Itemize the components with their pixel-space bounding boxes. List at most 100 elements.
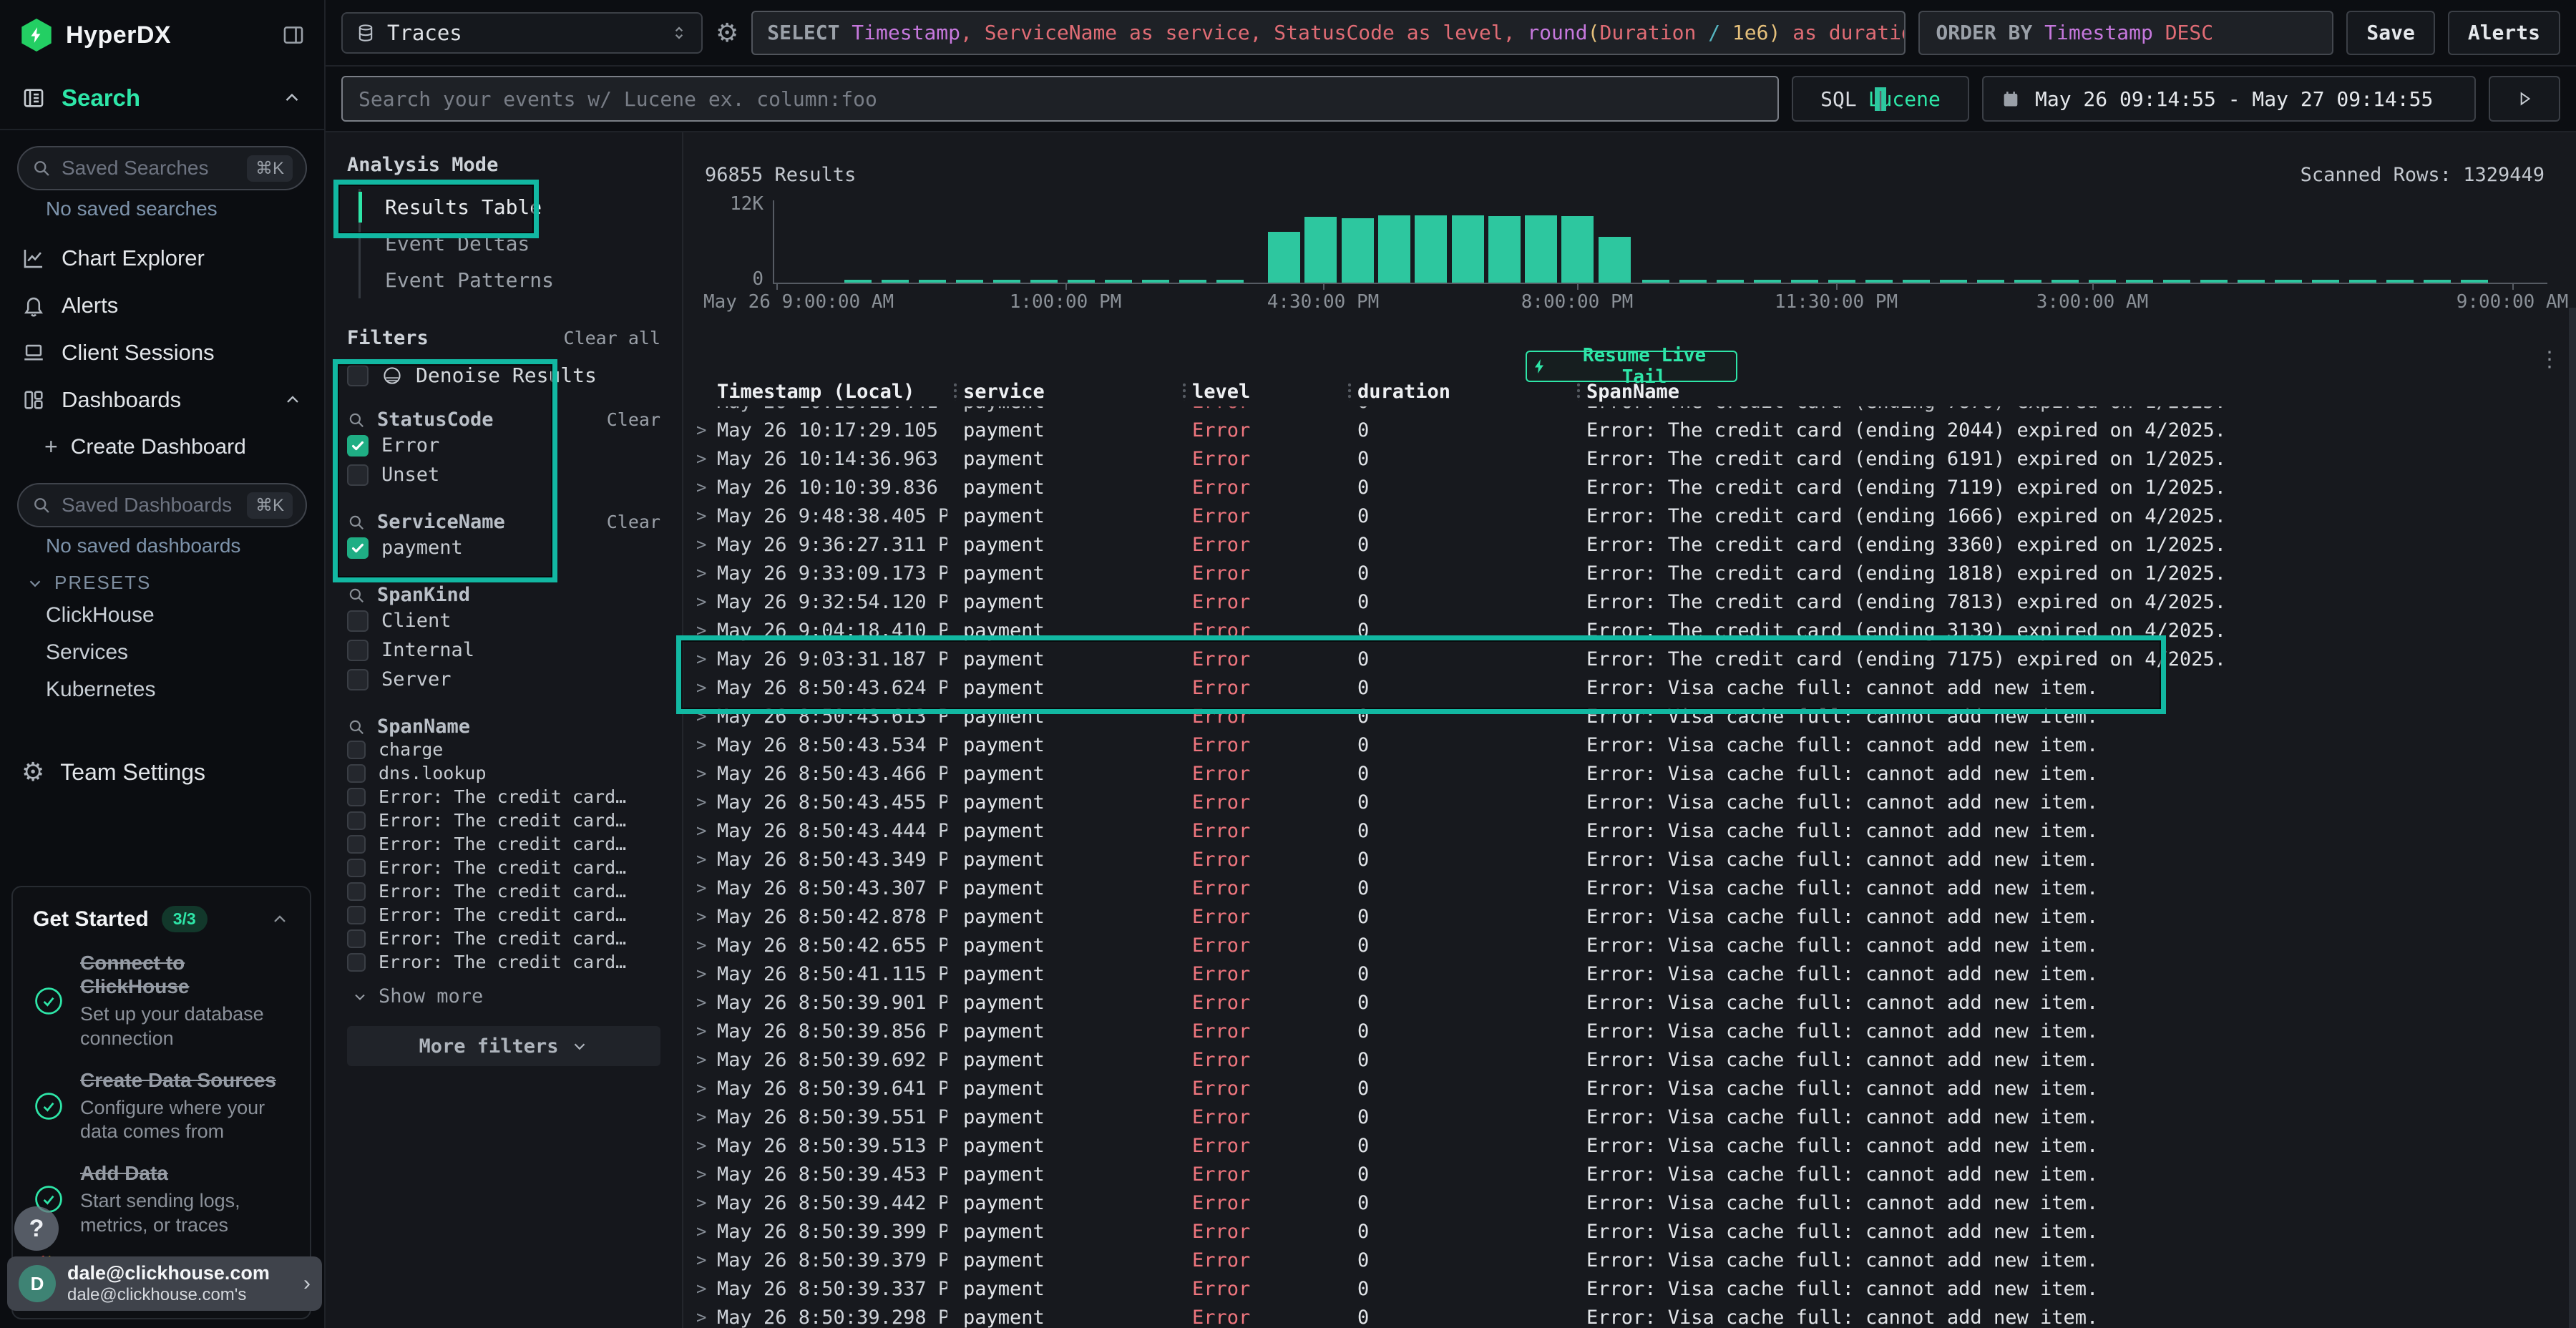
- table-row[interactable]: >May 26 9:04:18.410 PMpaymentError0Error…: [683, 616, 2569, 645]
- column-resize-handle[interactable]: [1342, 382, 1357, 401]
- table-options-icon[interactable]: ⋮: [2539, 347, 2560, 372]
- sidebar-item-client-sessions[interactable]: Client Sessions: [0, 329, 324, 376]
- filter-option[interactable]: Error: The credit card …: [347, 832, 660, 856]
- row-expand-chevron[interactable]: >: [683, 477, 717, 497]
- table-row[interactable]: >May 26 8:50:39.379 PMpaymentError0Error…: [683, 1246, 2569, 1274]
- row-expand-chevron[interactable]: >: [683, 735, 717, 755]
- analysis-mode-results-table[interactable]: Results Table: [361, 189, 660, 225]
- filter-option[interactable]: Error: The credit card …: [347, 903, 660, 927]
- presets-toggle[interactable]: PRESETS: [26, 572, 324, 594]
- row-expand-chevron[interactable]: >: [683, 878, 717, 898]
- sidebar-item-chart-explorer[interactable]: Chart Explorer: [0, 235, 324, 282]
- query-language-toggle[interactable]: SQL | Lucene: [1792, 76, 1969, 122]
- checkbox-checked[interactable]: [347, 537, 369, 559]
- sidebar-item-team-settings[interactable]: ⚙ Team Settings: [0, 746, 324, 799]
- table-row[interactable]: >May 26 8:50:39.298 PMpaymentError0Error…: [683, 1303, 2569, 1328]
- histogram-bar[interactable]: [1488, 216, 1521, 283]
- checkbox[interactable]: [347, 741, 366, 759]
- row-expand-chevron[interactable]: >: [683, 1021, 717, 1041]
- row-expand-chevron[interactable]: >: [683, 907, 717, 927]
- checkbox[interactable]: [347, 882, 366, 901]
- table-row[interactable]: >May 26 9:48:38.405 PMpaymentError0Error…: [683, 502, 2569, 530]
- preset-dashboard-services[interactable]: Services: [0, 634, 324, 671]
- filter-option[interactable]: Client: [347, 606, 660, 635]
- table-row[interactable]: >May 26 8:50:43.455 PMpaymentError0Error…: [683, 788, 2569, 816]
- row-expand-chevron[interactable]: >: [683, 849, 717, 869]
- create-dashboard-button[interactable]: + Create Dashboard: [0, 424, 324, 467]
- source-select[interactable]: Traces: [341, 12, 703, 54]
- chevron-up-icon[interactable]: [281, 87, 303, 109]
- table-row[interactable]: >May 26 8:50:39.641 PMpaymentError0Error…: [683, 1074, 2569, 1103]
- filter-option[interactable]: Error: The credit card …: [347, 809, 660, 832]
- row-expand-chevron[interactable]: >: [683, 1136, 717, 1156]
- histogram-bar[interactable]: [1525, 215, 1557, 283]
- results-histogram[interactable]: 12K0May 26 9:00:00 AM1:00:00 PM4:30:00 P…: [683, 132, 2576, 318]
- sidebar-item-dashboards[interactable]: Dashboards: [0, 376, 324, 424]
- facet-clear-link[interactable]: Clear: [607, 409, 660, 430]
- filter-option[interactable]: dns.lookup: [347, 761, 660, 785]
- run-query-button[interactable]: [2489, 76, 2560, 122]
- histogram-bar[interactable]: [1268, 232, 1300, 283]
- checkbox[interactable]: [347, 906, 366, 924]
- filter-option[interactable]: Error: The credit card …: [347, 856, 660, 879]
- analysis-mode-event-patterns[interactable]: Event Patterns: [361, 262, 660, 298]
- sql-select-input[interactable]: SELECT Timestamp, ServiceName as service…: [751, 11, 1906, 55]
- save-button[interactable]: Save: [2346, 11, 2434, 55]
- table-row[interactable]: >May 26 8:50:42.878 PMpaymentError0Error…: [683, 902, 2569, 931]
- alerts-button[interactable]: Alerts: [2448, 11, 2560, 55]
- table-row[interactable]: >May 26 8:50:39.513 PMpaymentError0Error…: [683, 1131, 2569, 1160]
- row-expand-chevron[interactable]: >: [683, 935, 717, 955]
- histogram-bar[interactable]: [1378, 215, 1410, 283]
- sql-mode-label[interactable]: SQL: [1820, 87, 1857, 111]
- row-expand-chevron[interactable]: >: [683, 992, 717, 1012]
- row-expand-chevron[interactable]: >: [683, 706, 717, 726]
- checkbox[interactable]: [347, 929, 366, 948]
- row-expand-chevron[interactable]: >: [683, 1279, 717, 1299]
- saved-searches-input[interactable]: Saved Searches ⌘K: [17, 146, 307, 190]
- checkbox[interactable]: [347, 610, 369, 632]
- row-expand-chevron[interactable]: >: [683, 620, 717, 640]
- filter-option[interactable]: Unset: [347, 460, 660, 489]
- filter-option[interactable]: Error: The credit card …: [347, 785, 660, 809]
- filter-option[interactable]: Error: [347, 431, 660, 460]
- user-menu[interactable]: D dale@clickhouse.com dale@clickhouse.co…: [7, 1256, 322, 1311]
- row-expand-chevron[interactable]: >: [683, 534, 717, 555]
- table-row[interactable]: >May 26 8:50:39.692 PMpaymentError0Error…: [683, 1045, 2569, 1074]
- table-row[interactable]: >May 26 8:50:43.466 PMpaymentError0Error…: [683, 759, 2569, 788]
- row-expand-chevron[interactable]: >: [683, 506, 717, 526]
- checkbox[interactable]: [347, 669, 369, 690]
- preset-dashboard-kubernetes[interactable]: Kubernetes: [0, 671, 324, 708]
- histogram-bar[interactable]: [1452, 215, 1484, 283]
- row-expand-chevron[interactable]: >: [683, 964, 717, 984]
- clipped-row[interactable]: >May 26 10:18:13.441 PMpaymentError0Erro…: [683, 406, 2569, 416]
- row-expand-chevron[interactable]: >: [683, 1221, 717, 1241]
- help-button[interactable]: ?: [14, 1206, 59, 1251]
- show-more-link[interactable]: Show more: [351, 985, 660, 1007]
- checkbox[interactable]: [347, 859, 366, 877]
- table-row[interactable]: >May 26 8:50:39.337 PMpaymentError0Error…: [683, 1274, 2569, 1303]
- table-row[interactable]: >May 26 9:32:54.120 PMpaymentError0Error…: [683, 587, 2569, 616]
- checkbox[interactable]: [347, 764, 366, 783]
- row-expand-chevron[interactable]: >: [683, 563, 717, 583]
- table-row[interactable]: >May 26 8:50:39.453 PMpaymentError0Error…: [683, 1160, 2569, 1188]
- table-row[interactable]: >May 26 9:03:31.187 PMpaymentError0Error…: [683, 645, 2569, 673]
- table-row[interactable]: >May 26 8:50:39.856 PMpaymentError0Error…: [683, 1017, 2569, 1045]
- table-row[interactable]: >May 26 8:50:43.534 PMpaymentError0Error…: [683, 731, 2569, 759]
- row-expand-chevron[interactable]: >: [683, 763, 717, 783]
- saved-dashboards-input[interactable]: Saved Dashboards ⌘K: [17, 483, 307, 527]
- checkbox[interactable]: [347, 640, 369, 661]
- chevron-up-icon[interactable]: [270, 909, 290, 929]
- table-row[interactable]: >May 26 10:17:29.105 PMpaymentError0Erro…: [683, 416, 2569, 444]
- table-row[interactable]: >May 26 8:50:43.307 PMpaymentError0Error…: [683, 874, 2569, 902]
- checkbox[interactable]: [347, 788, 366, 806]
- histogram-bar[interactable]: [1599, 237, 1631, 283]
- checkbox[interactable]: [347, 835, 366, 854]
- table-row[interactable]: >May 26 8:50:43.624 PMpaymentError0Error…: [683, 673, 2569, 702]
- row-expand-chevron[interactable]: >: [683, 406, 717, 411]
- table-row[interactable]: >May 26 8:50:42.655 PMpaymentError0Error…: [683, 931, 2569, 960]
- order-by-input[interactable]: ORDER BY Timestamp DESC: [1918, 11, 2333, 55]
- denoise-results-option[interactable]: Denoise Results: [347, 363, 660, 387]
- row-expand-chevron[interactable]: >: [683, 1307, 717, 1327]
- checkbox-checked[interactable]: [347, 435, 369, 456]
- filter-option[interactable]: Error: The credit card …: [347, 950, 660, 974]
